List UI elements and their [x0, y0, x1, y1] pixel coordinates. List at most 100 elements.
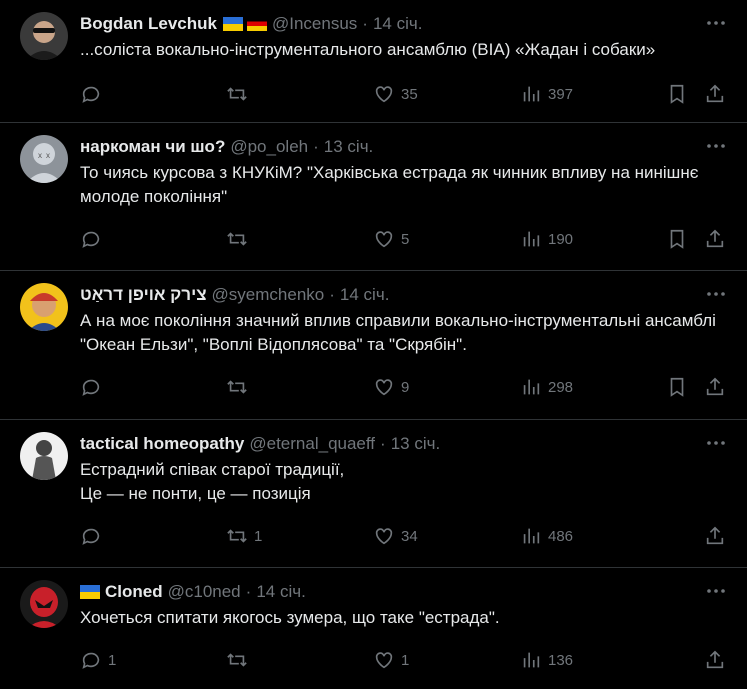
heart-icon [375, 86, 393, 103]
timestamp[interactable]: 13 січ. [324, 137, 374, 157]
author-name[interactable]: צירק אויפן דראַט [80, 285, 207, 305]
ukraine-flag-icon [80, 585, 100, 599]
retweet-icon [227, 380, 247, 394]
author-handle[interactable]: @po_oleh [230, 137, 308, 157]
timestamp[interactable]: 14 січ. [373, 14, 423, 34]
retweet-button[interactable] [226, 375, 254, 399]
reply-button[interactable] [80, 375, 108, 399]
avatar[interactable] [20, 580, 68, 628]
reply-button[interactable] [80, 524, 108, 548]
share-icon [706, 526, 724, 545]
tweet[interactable]: צירק אויפן דראַט @syemchenko · 14 січ. А… [0, 271, 747, 420]
share-button[interactable] [704, 524, 726, 548]
share-icon [706, 650, 724, 669]
share-button[interactable] [704, 375, 726, 399]
separator-dot: · [313, 137, 319, 156]
view-count: 136 [548, 651, 574, 669]
author-name[interactable]: Cloned [105, 582, 163, 602]
author-handle[interactable]: @eternal_quaeff [249, 434, 375, 454]
retweet-button[interactable]: 1 [226, 524, 262, 548]
bookmark-button[interactable] [666, 82, 688, 106]
separator-dot: · [380, 434, 386, 453]
author-handle[interactable]: @syemchenko [212, 285, 325, 305]
author-name[interactable]: наркоман чи шо? [80, 137, 225, 157]
reply-button[interactable]: 1 [80, 648, 116, 672]
timestamp[interactable]: 13 січ. [391, 434, 441, 454]
avatar[interactable]: xx [20, 135, 68, 183]
more-options-icon[interactable] [705, 135, 727, 157]
reply-icon [82, 528, 100, 545]
views-button[interactable]: 397 [520, 82, 573, 106]
views-button[interactable]: 298 [520, 375, 573, 399]
view-count: 486 [548, 527, 574, 545]
share-button[interactable] [704, 648, 726, 672]
separator-dot: · [245, 582, 252, 601]
heart-icon [375, 231, 393, 248]
germany-flag-icon [246, 17, 267, 31]
more-options-icon[interactable] [705, 432, 727, 454]
tweet-text: А на моє покоління значний вплив справил… [80, 311, 716, 354]
author-handle[interactable]: @Incensus [272, 14, 357, 34]
svg-text:x: x [38, 151, 42, 160]
heart-icon [375, 652, 393, 669]
svg-text:x: x [46, 151, 50, 160]
tweet-text: Естрадний співак старої традиції, Це — н… [80, 460, 345, 503]
bookmark-button[interactable] [666, 375, 688, 399]
more-options-icon[interactable] [705, 283, 727, 305]
share-button[interactable] [704, 227, 726, 251]
avatar[interactable] [20, 432, 68, 480]
reply-icon [82, 231, 100, 248]
tweet[interactable]: Bogdan Levchuk @Incensus · 14 січ. ...со… [0, 0, 747, 123]
views-button[interactable]: 136 [520, 648, 573, 672]
like-count: 5 [401, 230, 410, 248]
like-button[interactable]: 5 [373, 227, 409, 251]
separator-dot: · [329, 285, 335, 304]
retweet-icon [227, 87, 247, 101]
retweet-icon [227, 529, 247, 543]
avatar[interactable] [20, 283, 68, 331]
retweet-button[interactable] [226, 648, 254, 672]
more-options-icon[interactable] [705, 580, 727, 602]
more-options-icon[interactable] [705, 12, 727, 34]
analytics-icon [523, 379, 540, 395]
author-name[interactable]: tactical homeopathy [80, 434, 244, 454]
heart-icon [375, 528, 393, 545]
retweet-button[interactable] [226, 82, 254, 106]
reply-icon [82, 652, 100, 669]
like-button[interactable]: 9 [373, 375, 409, 399]
retweet-icon [227, 653, 247, 667]
bookmark-button[interactable] [666, 227, 688, 251]
like-count: 9 [401, 378, 410, 396]
timestamp[interactable]: 14 січ. [256, 582, 306, 602]
avatar[interactable] [20, 12, 68, 60]
analytics-icon [523, 86, 540, 102]
like-count: 35 [401, 85, 418, 103]
retweet-count: 1 [254, 527, 263, 545]
views-button[interactable]: 486 [520, 524, 573, 548]
tweet[interactable]: tactical homeopathy @eternal_quaeff · 13… [0, 420, 747, 568]
reply-icon [82, 86, 100, 103]
share-button[interactable] [704, 82, 726, 106]
like-button[interactable]: 35 [373, 82, 418, 106]
like-count: 34 [401, 527, 418, 545]
like-button[interactable]: 34 [373, 524, 418, 548]
retweet-button[interactable] [226, 227, 254, 251]
tweet[interactable]: Cloned @c10ned · 14 січ. Хочеться спитат… [0, 568, 747, 689]
share-icon [706, 229, 724, 248]
reply-count: 1 [108, 651, 117, 669]
views-button[interactable]: 190 [520, 227, 573, 251]
reply-button[interactable] [80, 227, 108, 251]
timestamp[interactable]: 14 січ. [340, 285, 390, 305]
share-icon [706, 377, 724, 396]
like-button[interactable]: 1 [373, 648, 409, 672]
ukraine-flag-icon [222, 17, 243, 31]
tweet[interactable]: xx наркоман чи шо? @po_oleh · 13 січ. То… [0, 123, 747, 271]
tweet-text: Хочеться спитати якогось зумера, що таке… [80, 608, 500, 627]
analytics-icon [523, 528, 540, 544]
author-handle[interactable]: @c10ned [168, 582, 241, 602]
reply-button[interactable] [80, 82, 108, 106]
author-name[interactable]: Bogdan Levchuk [80, 14, 217, 34]
like-count: 1 [401, 651, 410, 669]
tweet-text: То чиясь курсова з КНУКіМ? "Харківська е… [80, 163, 699, 206]
bookmark-icon [670, 229, 684, 249]
